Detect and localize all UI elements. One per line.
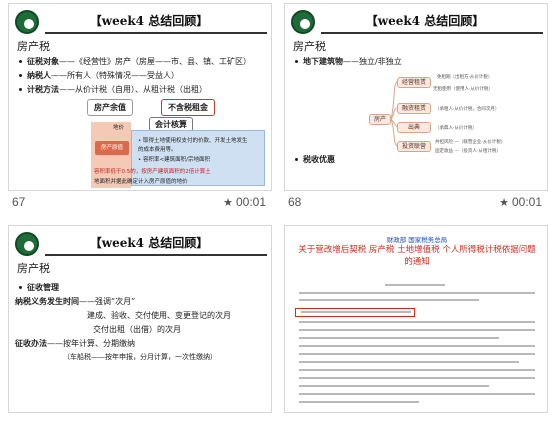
- box-line: 地面积并据此确定计入房产原值的地价: [94, 179, 188, 185]
- box-line: • 取得土地使用权支付的价款、开发土地发生: [138, 138, 248, 144]
- title-rule: [45, 32, 267, 34]
- mindmap-connectors: [390, 81, 398, 147]
- slide-duration: ★ 00:01: [499, 195, 542, 209]
- document-title: 关于营改增后契税 房产税 土地增值税 个人所得税计税依据问题的通知: [298, 245, 536, 267]
- slide-number: 68: [288, 195, 302, 209]
- slide-heading: 房产税: [17, 262, 50, 275]
- text-line: 征收办法——按年计算、分期缴纳: [15, 339, 135, 348]
- slide-title: 【week4 总结回顾】: [89, 14, 209, 28]
- box-line: 容积率低于0.5的，按房产建筑面积的2倍计算土: [94, 169, 211, 175]
- explanation-box: • 取得土地使用权支付的价款、开发土地发生 的成本费用等。 • 容积率<建筑面积…: [94, 130, 265, 186]
- doc-text-line: [299, 385, 489, 387]
- doc-text-line: [299, 369, 535, 371]
- slide-duration: ★ 00:01: [223, 195, 266, 209]
- slide-preview[interactable]: 【week4 总结回顾】 房产税 征税对象——《经营性》房产（房屋——市、县、镇…: [8, 3, 272, 191]
- bullet-line: 征收管理: [19, 282, 59, 293]
- slide-meta: 68 ★ 00:01: [284, 195, 548, 213]
- diagram-label-original-value: 房产原值: [95, 141, 129, 155]
- bullet-line: 计税方法——从价计税（自用）、从租计税（出租）: [19, 84, 207, 95]
- box-line: 的成本费用等。: [138, 147, 177, 153]
- title-rule: [45, 254, 267, 256]
- box-line: • 容积率<建筑面积/宗地面积: [138, 157, 210, 163]
- doc-text-line: [299, 377, 535, 379]
- doc-text-line: [299, 345, 535, 347]
- school-logo-icon: [15, 232, 39, 256]
- diagram-label-land: 地价: [113, 125, 125, 131]
- doc-text-line: [299, 329, 535, 331]
- doc-text-line: [299, 337, 499, 339]
- doc-text-line: [299, 401, 419, 403]
- pill-rent: 不含税租金: [161, 99, 215, 116]
- doc-text-line: [299, 292, 535, 294]
- slide-grid: 【week4 总结回顾】 房产税 征税对象——《经营性》房产（房屋——市、县、镇…: [0, 0, 548, 423]
- doc-text-line: [299, 353, 535, 355]
- bullet-line: 征税对象——《经营性》房产（房屋——市、县、镇、工矿区）: [19, 56, 251, 67]
- slide-number: 67: [12, 195, 26, 209]
- bullet-line: 纳税人——所有人（特殊情况——受益人）: [19, 70, 179, 81]
- slide-preview[interactable]: 【week4 总结回顾】 房产税 征收管理 纳税义务发生时间——强调“次月” 建…: [8, 225, 272, 413]
- slide-meta: 67 ★ 00:01: [8, 195, 272, 213]
- school-logo-icon: [15, 10, 39, 34]
- transition-star-icon: ★: [223, 197, 233, 209]
- text-line: 交付出租（出借）的次月: [93, 325, 181, 334]
- transition-star-icon: ★: [499, 197, 509, 209]
- slide-preview[interactable]: 财政部 国家税务总局 关于营改增后契税 房产税 土地增值税 个人所得税计税依据问…: [284, 225, 548, 413]
- slide-preview[interactable]: 【week4 总结回顾】 房产税 地下建筑物——独立/非独立 税收优惠 房产 经…: [284, 3, 548, 191]
- text-line: 纳税义务发生时间——强调“次月”: [15, 297, 136, 306]
- doc-text-line: [301, 311, 411, 313]
- doc-text-line: [299, 299, 479, 301]
- doc-text-line: [299, 321, 535, 323]
- doc-text-line: [385, 284, 445, 286]
- text-line: 建成、验收、交付使用、变更登记的次月: [87, 311, 231, 320]
- document-issuer: 财政部 国家税务总局: [386, 236, 448, 244]
- doc-text-line: [299, 361, 519, 363]
- slide-title: 【week4 总结回顾】: [89, 236, 209, 250]
- pill-residual-value: 房产余值: [87, 99, 133, 116]
- slide-heading: 房产税: [17, 40, 50, 53]
- text-line: （车船税——按年申报，分月计算，一次性缴纳）: [63, 353, 217, 361]
- doc-text-line: [299, 393, 535, 395]
